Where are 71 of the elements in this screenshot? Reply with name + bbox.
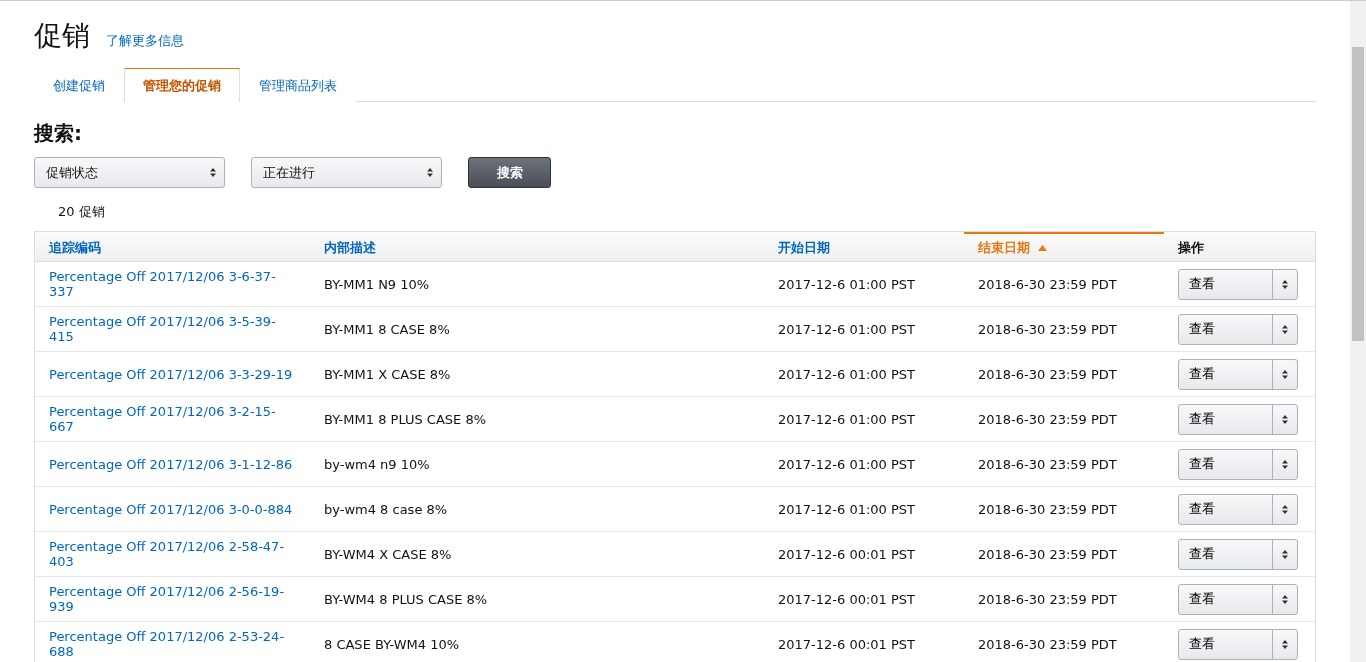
- start-date-cell-text: 2017-12-6 00:01 PST: [777, 635, 917, 654]
- end-date-cell-text: 2018-6-30 23:59 PDT: [977, 410, 1118, 429]
- view-button[interactable]: 查看: [1179, 629, 1272, 659]
- column-header: 操作: [1178, 238, 1204, 257]
- end-date-cell-text: 2018-6-30 23:59 PDT: [977, 500, 1118, 519]
- tracking-code-link[interactable]: Percentage Off 2017/12/06 3-1-12-86: [35, 456, 310, 472]
- end-date-cell-text: 2018-6-30 23:59 PDT: [977, 455, 1118, 474]
- up-down-arrows-icon: [1282, 639, 1288, 649]
- tracking-code-link[interactable]: Percentage Off 2017/12/06 2-56-19-939: [35, 584, 310, 614]
- description-cell-text: 8 CASE BY-WM4 10%: [323, 635, 461, 654]
- up-down-arrows-icon: [1282, 459, 1288, 469]
- description-cell-text: BY-MM1 8 PLUS CASE 8%: [323, 410, 488, 429]
- start-date-cell-text: 2017-12-6 01:00 PST: [777, 365, 917, 384]
- tracking-code-link[interactable]: Percentage Off 2017/12/06 2-53-24-688: [35, 629, 310, 659]
- tracking-code-link[interactable]: Percentage Off 2017/12/06 3-2-15-667: [35, 404, 310, 434]
- end-date-cell-text: 2018-6-30 23:59 PDT: [977, 545, 1118, 564]
- learn-more-link[interactable]: 了解更多信息: [106, 32, 184, 50]
- filter-value-select[interactable]: 正在进行: [251, 157, 442, 188]
- description-cell-text: BY-MM1 N9 10%: [323, 275, 431, 294]
- up-down-arrows-icon: [1282, 549, 1288, 559]
- view-button[interactable]: 查看: [1179, 404, 1272, 434]
- scrollbar-thumb[interactable]: [1352, 47, 1364, 341]
- description-cell-text: BY-MM1 X CASE 8%: [323, 365, 452, 384]
- scrollbar[interactable]: [1350, 1, 1366, 662]
- view-button[interactable]: 查看: [1179, 314, 1272, 344]
- up-down-arrows-icon: [427, 168, 433, 177]
- start-date-cell-text: 2017-12-6 01:00 PST: [777, 500, 917, 519]
- start-date-cell-text: 2017-12-6 01:00 PST: [777, 455, 917, 474]
- description-cell-text: BY-MM1 8 CASE 8%: [323, 320, 451, 339]
- up-down-arrows-icon: [1282, 594, 1288, 604]
- end-date-cell-text: 2018-6-30 23:59 PDT: [977, 365, 1118, 384]
- view-button[interactable]: 查看: [1179, 494, 1272, 524]
- up-down-arrows-icon: [1282, 369, 1288, 379]
- description-cell-text: BY-WM4 X CASE 8%: [323, 545, 453, 564]
- up-down-arrows-icon: [1282, 414, 1288, 424]
- end-date-cell-text: 2018-6-30 23:59 PDT: [977, 590, 1118, 609]
- view-button[interactable]: 查看: [1179, 449, 1272, 479]
- view-button[interactable]: 查看: [1179, 359, 1272, 389]
- search-heading: 搜索:: [34, 120, 83, 147]
- up-down-arrows-icon: [1282, 324, 1288, 334]
- view-button[interactable]: 查看: [1179, 269, 1272, 299]
- tracking-code-link[interactable]: Percentage Off 2017/12/06 2-58-47-403: [35, 539, 310, 569]
- tracking-code-link[interactable]: Percentage Off 2017/12/06 3-3-29-19: [35, 366, 310, 382]
- start-date-cell-text: 2017-12-6 01:00 PST: [777, 320, 917, 339]
- tracking-code-link[interactable]: Percentage Off 2017/12/06 3-0-0-884: [35, 501, 310, 517]
- description-cell-text: by-wm4 n9 10%: [323, 455, 431, 474]
- search-button[interactable]: 搜索: [468, 157, 551, 188]
- end-date-cell-text: 2018-6-30 23:59 PDT: [977, 275, 1118, 294]
- view-button[interactable]: 查看: [1179, 539, 1272, 569]
- start-date-cell-text: 2017-12-6 00:01 PST: [777, 545, 917, 564]
- up-down-arrows-icon: [1282, 279, 1288, 289]
- page-title: 促销: [34, 18, 90, 54]
- view-button[interactable]: 查看: [1179, 584, 1272, 614]
- start-date-cell-text: 2017-12-6 01:00 PST: [777, 275, 917, 294]
- sort-ascending-icon: [1038, 244, 1047, 251]
- tab[interactable]: 管理您的促销: [124, 68, 240, 102]
- end-date-cell-text: 2018-6-30 23:59 PDT: [977, 635, 1118, 654]
- tracking-code-link[interactable]: Percentage Off 2017/12/06 3-6-37-337: [35, 269, 310, 299]
- start-date-cell-text: 2017-12-6 01:00 PST: [777, 410, 917, 429]
- start-date-cell-text: 2017-12-6 00:01 PST: [777, 590, 917, 609]
- description-cell-text: BY-WM4 8 PLUS CASE 8%: [323, 590, 489, 609]
- result-count: 20 促销: [57, 203, 106, 221]
- up-down-arrows-icon: [210, 168, 216, 177]
- column-header[interactable]: 追踪编码: [49, 238, 101, 257]
- end-date-cell-text: 2018-6-30 23:59 PDT: [977, 320, 1118, 339]
- up-down-arrows-icon: [1282, 504, 1288, 514]
- tracking-code-link[interactable]: Percentage Off 2017/12/06 3-5-39-415: [35, 314, 310, 344]
- column-header[interactable]: 开始日期: [778, 238, 830, 257]
- filter-field-select[interactable]: 促销状态: [34, 157, 225, 188]
- description-cell-text: by-wm4 8 case 8%: [323, 500, 449, 519]
- column-header[interactable]: 内部描述: [324, 238, 376, 257]
